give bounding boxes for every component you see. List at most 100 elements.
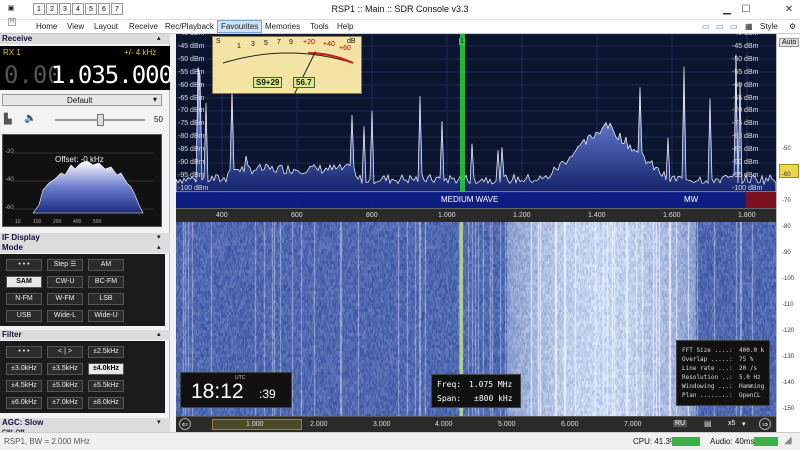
mode-header: Mode bbox=[0, 243, 170, 253]
filter-custom-button[interactable]: < | > bbox=[47, 346, 83, 358]
agc-header[interactable]: AGC: Slow bbox=[0, 418, 170, 428]
mode-bcfm-button[interactable]: BC-FM bbox=[88, 276, 124, 288]
layout-icon[interactable]: ▦ bbox=[745, 22, 753, 31]
overview-tick: 3.000 bbox=[373, 421, 391, 428]
audio-y-tick: -60 bbox=[5, 205, 14, 211]
if-display-header[interactable]: IF Display bbox=[0, 233, 170, 243]
fft-key: Plan ........: bbox=[682, 392, 733, 399]
chevron-down-icon[interactable]: ▾ bbox=[742, 420, 746, 428]
mode-lsb-button[interactable]: LSB bbox=[88, 293, 124, 305]
mode-wideu-button[interactable]: Wide-U bbox=[88, 310, 124, 322]
vfo-marker[interactable]: 1 bbox=[459, 38, 465, 45]
filter-button-selected[interactable]: ±4.0kHz bbox=[88, 363, 124, 375]
frequency-display[interactable]: RX 1 +/- 4 kHz 0.00 1.035.000 bbox=[0, 46, 173, 90]
spectrum-db-label-right: -100 dBm bbox=[732, 184, 763, 192]
resize-grip-icon[interactable]: ◢ bbox=[784, 435, 792, 446]
menu-layout[interactable]: Layout bbox=[94, 22, 118, 31]
clock-time: 18:12 bbox=[191, 380, 244, 403]
mode-grid: • • • Step ☰ AM SAM CW-U BC-FM N-FM W-FM… bbox=[0, 254, 165, 326]
audio-spectrum: Offset: -0 kHz -20 -40 -60 10 100 200 40… bbox=[2, 134, 162, 227]
spectrum-db-label-right: -80 dBm bbox=[732, 133, 759, 141]
close-button[interactable]: ✕ bbox=[780, 2, 798, 18]
filter-button[interactable]: ±7.0kHz bbox=[47, 397, 83, 409]
auto-button[interactable]: Auto bbox=[779, 38, 800, 47]
collapse-icon[interactable]: ▴ bbox=[157, 34, 161, 42]
filter-button[interactable]: ±5.0kHz bbox=[47, 380, 83, 392]
filter-button[interactable]: ±3.5kHz bbox=[47, 363, 83, 375]
filter-button[interactable]: ±4.5kHz bbox=[6, 380, 42, 392]
volume-thumb[interactable] bbox=[97, 114, 104, 126]
expand-icon[interactable]: ▾ bbox=[157, 233, 161, 241]
spectrum-panel[interactable]: 1 MEDIUM WAVE MW -40 dBm -45 dBm -50 dBm -5… bbox=[176, 34, 776, 208]
filter-more-button[interactable]: • • • bbox=[6, 346, 42, 358]
mode-cwu-button[interactable]: CW-U bbox=[47, 276, 83, 288]
volume-slider[interactable] bbox=[55, 114, 145, 126]
collapse-icon[interactable]: ▴ bbox=[157, 330, 161, 338]
menu-receive[interactable]: Receive bbox=[129, 22, 158, 31]
settings-icon[interactable]: ⚙ bbox=[789, 22, 796, 31]
mode-more-button[interactable]: • • • bbox=[6, 259, 42, 271]
overview-bar[interactable]: ⇐ 1.000 2.000 3.000 4.000 5.000 6.000 7.… bbox=[176, 416, 776, 432]
collapse-icon[interactable]: ▴ bbox=[157, 243, 161, 251]
meter-icon[interactable]: ▙ bbox=[4, 114, 12, 125]
filter-button[interactable]: ±8.0kHz bbox=[88, 397, 124, 409]
display-icon[interactable]: ▭ bbox=[716, 22, 724, 31]
menu-home[interactable]: Home bbox=[36, 22, 57, 31]
filter-button[interactable]: ±6.0kHz bbox=[6, 397, 42, 409]
screen-icon[interactable]: ▭ bbox=[730, 22, 738, 31]
scroll-right-icon[interactable]: ⇒ bbox=[759, 418, 771, 430]
zoom-level[interactable]: x5 bbox=[728, 420, 735, 427]
s-meter-tick: +20 bbox=[303, 39, 315, 46]
spectrum-db-label: -65 dBm bbox=[178, 94, 205, 102]
spectrum-db-label: -80 dBm bbox=[178, 133, 205, 141]
ru-badge[interactable]: RU bbox=[673, 420, 688, 427]
expand-icon[interactable]: ▾ bbox=[157, 418, 161, 426]
minimize-button[interactable]: ▁ bbox=[718, 2, 736, 18]
menu-favourites[interactable]: Favourites bbox=[217, 20, 263, 33]
spectrum-db-label: -95 dBm bbox=[178, 171, 205, 179]
status-device: RSP1, BW = 2.000 MHz bbox=[4, 437, 91, 446]
filter-button[interactable]: ±5.5kHz bbox=[88, 380, 124, 392]
mode-am-button[interactable]: AM bbox=[88, 259, 124, 271]
profile-select[interactable]: Default ▾ bbox=[2, 94, 162, 106]
speaker-icon[interactable]: 🔈 bbox=[24, 113, 36, 124]
mode-nfm-button[interactable]: N-FM bbox=[6, 293, 42, 305]
s-meter-tick: +40 bbox=[323, 41, 335, 48]
maximize-button[interactable]: ☐ bbox=[737, 2, 755, 18]
overview-tick: 4.000 bbox=[435, 421, 453, 428]
menu-memories[interactable]: Memories bbox=[265, 22, 300, 31]
audio-y-tick: -40 bbox=[5, 177, 14, 183]
menu-rec-playback[interactable]: Rec/Playback bbox=[165, 22, 214, 31]
menu-help[interactable]: Help bbox=[337, 22, 353, 31]
fft-key: Line rate ...: bbox=[682, 365, 733, 372]
style-label[interactable]: Style bbox=[760, 22, 778, 31]
title-bar: ▣ 1 2 3 4 5 6 7 RSP1 :: Main :: SDR Cons… bbox=[0, 0, 800, 20]
spectrum-db-label-right: -55 dBm bbox=[732, 68, 759, 76]
scroll-left-icon[interactable]: ⇐ bbox=[179, 418, 191, 430]
frequency-axis[interactable]: 400 600 800 1.000 1.200 1.400 1.600 1.80… bbox=[176, 208, 776, 222]
span-value: ±800 kHz bbox=[474, 394, 513, 403]
print-icon[interactable]: ▤ bbox=[704, 419, 712, 428]
menu-view[interactable]: View bbox=[67, 22, 84, 31]
status-cpu: CPU: 41.3% bbox=[633, 437, 678, 446]
freq-span-box: Freq: 1.075 MHz Span: ±800 kHz bbox=[431, 374, 521, 408]
mode-usb-button[interactable]: USB bbox=[6, 310, 42, 322]
mode-step-button[interactable]: Step ☰ bbox=[47, 259, 83, 271]
waterfall[interactable]: UTC 18:12 :39 Freq: 1.075 MHz Span: ±800… bbox=[176, 222, 776, 416]
mode-wfm-button[interactable]: W-FM bbox=[47, 293, 83, 305]
status-audio: Audio: 40ms bbox=[710, 437, 755, 446]
menu-tools[interactable]: Tools bbox=[310, 22, 329, 31]
right-level-scale[interactable]: Auto -50 -60 -70 -80 -90 -100 -110 -120 -130 -140… bbox=[776, 34, 800, 432]
left-panel: Receive ▴ RX 1 +/- 4 kHz 0.00 1.035.000 … bbox=[0, 34, 173, 432]
offset-hint: +/- 4 kHz bbox=[124, 48, 157, 57]
audio-bar bbox=[754, 437, 778, 446]
mode-sam-button[interactable]: SAM bbox=[6, 276, 42, 288]
mode-widel-button[interactable]: Wide-L bbox=[47, 310, 83, 322]
filter-button[interactable]: ±3.0kHz bbox=[6, 363, 42, 375]
spectrum-db-label: -60 dBm bbox=[178, 81, 205, 89]
spectrum-db-label: -90 dBm bbox=[178, 159, 205, 166]
filter-button[interactable]: ±2.5kHz bbox=[88, 346, 124, 358]
volume-value: 50 bbox=[154, 115, 163, 124]
monitor-icon[interactable]: ▭ bbox=[702, 22, 710, 31]
spectrum-db-label-right: -50 dBm bbox=[732, 55, 759, 63]
